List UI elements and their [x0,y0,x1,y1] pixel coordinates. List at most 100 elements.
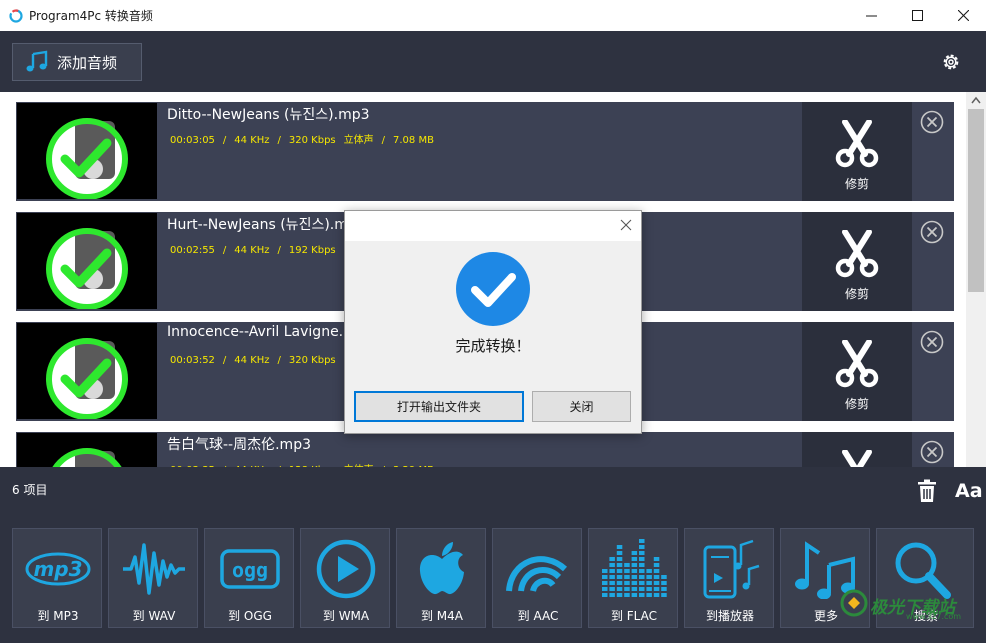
close-dialog-button[interactable]: 关闭 [532,391,631,422]
aac-icon [506,556,568,592]
scissors-icon [835,340,879,388]
file-thumbnail [17,213,157,310]
remove-file-icon[interactable] [920,440,944,464]
music-done-icon [52,448,122,467]
file-thumbnail [17,103,157,200]
remove-file-icon[interactable] [920,330,944,354]
file-sample-rate: 44 KHz [234,135,270,146]
ogg-icon-text: ogg [232,558,268,582]
file-duration: 00:03:05 [170,135,215,146]
play-icon [316,539,376,599]
apple-icon [419,542,464,595]
watermark: 极光下载站 www.xz7.com [840,583,980,623]
file-thumbnail [17,323,157,420]
trim-label: 修剪 [844,397,869,411]
file-bitrate: 320 Kbps [288,135,336,146]
file-duration: 00:02:55 [170,245,215,256]
trim-label: 修剪 [844,287,869,301]
remove-file-icon[interactable] [920,110,944,134]
format-bar: mp3 到 MP3 到 WAV ogg 到 OGG 到 WMA 到 M4A 到 AAC 到 FL… [0,513,986,643]
convert-button-3[interactable]: ogg 到 OGG [204,528,294,628]
convert-button-7[interactable]: 到 FLAC [588,528,678,628]
dialog-titlebar [345,211,641,241]
file-channels: 立体声 [343,135,374,146]
file-row[interactable]: Ditto--NewJeans (뉴진스).mp3 00:03:05 / 44 KHz… [16,102,954,201]
window-title: Program4Pc 转换音频 [29,9,153,23]
watermark-logo-icon [840,589,868,617]
convert-button-5[interactable]: 到 M4A [396,528,486,628]
minimize-icon [865,15,877,17]
file-thumbnail [17,433,157,467]
meta-separator: / [277,245,281,256]
item-count: 6 项目 [12,483,48,497]
minimize-button[interactable] [848,0,894,31]
watermark-url: www.xz7.com [906,612,962,621]
file-meta: 00:02:55/44 KHz/192 Kbps立 [170,241,354,256]
convert-label: 到 OGG [228,609,272,623]
file-name: Hurt--NewJeans (뉴진스).mp3 [167,217,366,233]
conversion-complete-dialog: 完成转换！ 打开输出文件夹 关闭 [344,210,642,434]
success-check-icon [456,252,530,326]
file-sample-rate: 44 KHz [234,355,270,366]
scroll-up-arrow-icon[interactable] [966,92,986,109]
meta-separator: / [222,135,227,146]
convert-button-2[interactable]: 到 WAV [108,528,198,628]
file-bitrate: 320 Kbps [288,355,336,366]
trash-icon[interactable] [916,479,938,503]
meta-separator: / [381,135,386,146]
meta-separator: / [277,135,281,146]
close-icon [957,10,969,21]
meta-separator: / [222,355,227,366]
music-done-icon [46,118,128,200]
trim-button[interactable]: 修剪 [802,212,912,311]
convert-label: 到 WAV [132,609,176,623]
trim-button[interactable]: 修剪 [802,432,912,467]
file-duration: 00:03:52 [170,355,215,366]
file-name: 告白气球--周杰伦.mp3 [167,437,311,453]
add-audio-button[interactable]: 添加音频 [12,43,142,81]
gear-icon[interactable] [940,51,962,73]
file-meta: 00:03:05 / 44 KHz / 320 Kbps 立体声 / 7.08 MB [170,131,434,146]
convert-button-6[interactable]: 到 AAC [492,528,582,628]
convert-button-4[interactable]: 到 WMA [300,528,390,628]
window-titlebar: Program4Pc 转换音频 [0,0,986,31]
music-done-icon [46,228,128,310]
convert-label: 到 MP3 [37,609,79,623]
ogg-icon: ogg [220,549,280,589]
scrollbar[interactable] [966,92,986,467]
file-meta: 00:03:52/44 KHz/320 Kbps立 [170,351,354,366]
maximize-button[interactable] [894,0,940,31]
trim-button[interactable]: 修剪 [802,102,912,201]
font-size-button[interactable]: Aa [955,480,983,502]
meta-separator: / [277,355,281,366]
convert-label: 到播放器 [705,609,754,623]
dialog-message: 完成转换！ [455,337,531,355]
add-audio-label: 添加音频 [57,53,118,72]
trim-label: 修剪 [844,177,869,191]
convert-button-8[interactable]: 到播放器 [684,528,774,628]
remove-file-icon[interactable] [920,220,944,244]
convert-button-1[interactable]: mp3 到 MP3 [12,528,102,628]
file-size: 7.08 MB [393,135,434,146]
open-output-folder-button[interactable]: 打开输出文件夹 [354,391,524,422]
meta-separator: / [222,245,227,256]
file-row[interactable]: 告白气球--周杰伦.mp300:03:35/44 KHz/128 Kbps立体声… [16,432,954,467]
convert-label: 到 M4A [420,609,463,623]
file-bitrate: 192 Kbps [288,245,336,256]
file-name: Ditto--NewJeans (뉴진스).mp3 [167,107,370,123]
convert-label: 到 WMA [322,609,370,623]
close-icon[interactable] [619,218,633,232]
music-note-icon [26,50,48,72]
convert-label: 到 AAC [517,609,559,623]
file-name: Innocence--Avril Lavigne.m [167,324,357,340]
waveform-icon [123,543,185,595]
phone-music-icon [703,539,760,599]
music-done-icon [46,338,128,420]
maximize-icon [911,10,923,21]
convert-label: 到 FLAC [610,609,658,623]
equalizer-icon [602,539,667,597]
scissors-icon [842,450,872,467]
scroll-thumb[interactable] [968,109,984,292]
close-window-button[interactable] [940,0,986,31]
trim-button[interactable]: 修剪 [802,322,912,421]
